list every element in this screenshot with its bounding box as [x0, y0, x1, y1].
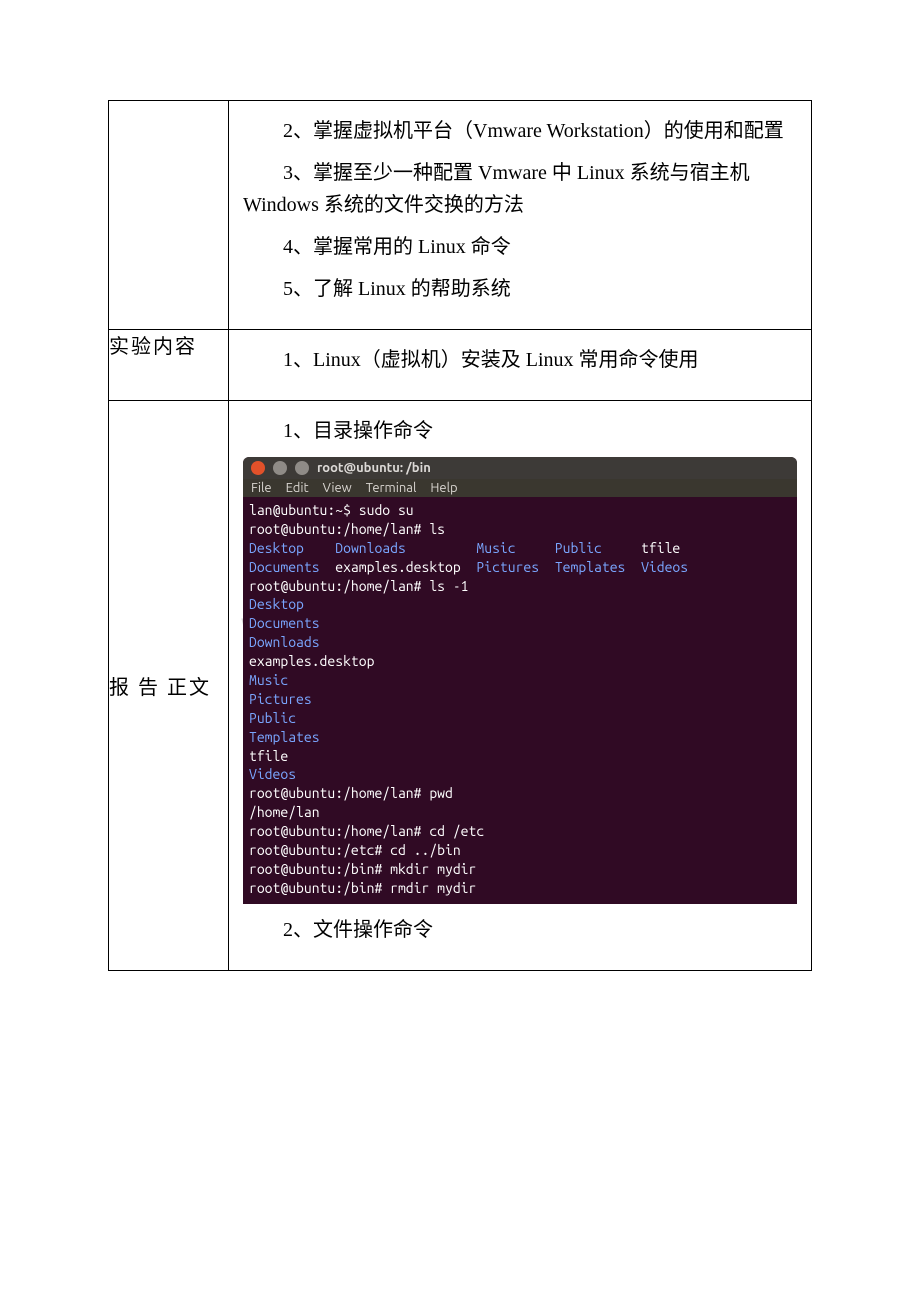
terminal-text: Videos	[249, 766, 296, 782]
report-section-2: 2、文件操作命令	[243, 914, 797, 946]
terminal-line: Desktop	[249, 595, 791, 614]
objective-5: 5、了解 Linux 的帮助系统	[243, 273, 797, 305]
terminal-text: Pictures	[249, 691, 312, 707]
terminal-text: root@ubuntu:/bin# mkdir mydir	[249, 861, 476, 877]
terminal-text: Downloads	[249, 634, 320, 650]
objective-2: 2、掌握虚拟机平台（Vmware Workstation）的使用和配置	[243, 115, 797, 147]
terminal-line: Public	[249, 709, 791, 728]
terminal-text	[320, 559, 336, 575]
terminal-text	[602, 540, 641, 556]
terminal-body: lan@ubuntu:~$ sudo su root@ubuntu:/home/l…	[243, 497, 797, 904]
terminal-line: root@ubuntu:/bin# mkdir mydir	[249, 860, 791, 879]
terminal-text: Public	[249, 710, 296, 726]
menu-edit[interactable]: Edit	[286, 481, 309, 495]
table-row: 2、掌握虚拟机平台（Vmware Workstation）的使用和配置 3、掌握…	[109, 101, 812, 330]
terminal-text	[406, 540, 477, 556]
terminal-text: root@ubuntu:/home/lan# cd /etc	[249, 823, 484, 839]
terminal-text: tfile	[249, 748, 288, 764]
terminal-line: tfile	[249, 747, 791, 766]
terminal-text: examples.desktop	[335, 559, 460, 575]
terminal-text: examples.desktop	[249, 653, 374, 669]
terminal-line: Pictures	[249, 690, 791, 709]
terminal-text: Documents	[249, 559, 320, 575]
minimize-icon[interactable]	[273, 461, 287, 475]
objective-3: 3、掌握至少一种配置 Vmware 中 Linux 系统与宿主机 Windows…	[243, 157, 797, 221]
terminal-line: root@ubuntu:/bin# rmdir mydir	[249, 879, 791, 898]
terminal-line: root@ubuntu:/home/lan# pwd	[249, 784, 791, 803]
row1-label	[109, 101, 229, 330]
terminal-line: root@ubuntu:/home/lan# ls	[249, 520, 791, 539]
terminal-line: Templates	[249, 728, 791, 747]
terminal-text	[461, 559, 477, 575]
terminal-text	[539, 559, 555, 575]
maximize-icon[interactable]	[295, 461, 309, 475]
terminal-text: root@ubuntu:/home/lan# ls -1	[249, 578, 469, 594]
row3-label: 报 告 正文	[109, 401, 229, 971]
terminal-text: lan@ubuntu:~$ sudo su	[249, 502, 414, 518]
terminal-text: Pictures	[476, 559, 539, 575]
terminal-title: root@ubuntu: /bin	[317, 461, 431, 475]
terminal-text: Desktop	[249, 540, 304, 556]
terminal-line: /home/lan	[249, 803, 791, 822]
terminal-line: root@ubuntu:/etc# cd ../bin	[249, 841, 791, 860]
row2-content: 1、Linux（虚拟机）安装及 Linux 常用命令使用	[229, 330, 811, 400]
terminal-text: root@ubuntu:/home/lan# pwd	[249, 785, 453, 801]
terminal-titlebar: root@ubuntu: /bin	[243, 457, 797, 479]
menu-help[interactable]: Help	[430, 481, 457, 495]
close-icon[interactable]	[251, 461, 265, 475]
terminal-text: root@ubuntu:/bin# rmdir mydir	[249, 880, 476, 896]
terminal-line: Music	[249, 671, 791, 690]
terminal-text: root@ubuntu:/home/lan# ls	[249, 521, 445, 537]
experiment-content-1: 1、Linux（虚拟机）安装及 Linux 常用命令使用	[243, 344, 797, 376]
terminal-text	[625, 559, 641, 575]
terminal-text: tfile	[641, 540, 680, 556]
report-section-1: 1、目录操作命令	[243, 415, 797, 447]
terminal-line: Downloads	[249, 633, 791, 652]
terminal-text: Templates	[555, 559, 626, 575]
menu-view[interactable]: View	[323, 481, 352, 495]
terminal-line: lan@ubuntu:~$ sudo su	[249, 501, 791, 520]
terminal-text: Music	[476, 540, 515, 556]
terminal-line: Desktop Downloads Music Public tfile	[249, 539, 791, 558]
terminal-line: examples.desktop	[249, 652, 791, 671]
terminal-text: root@ubuntu:/etc# cd ../bin	[249, 842, 461, 858]
table-row: 实验内容 1、Linux（虚拟机）安装及 Linux 常用命令使用	[109, 330, 812, 401]
menu-file[interactable]: File	[251, 481, 272, 495]
terminal-line: Documents examples.desktop Pictures Temp…	[249, 558, 791, 577]
terminal-text	[304, 540, 335, 556]
row3-content: 1、目录操作命令 root@ubuntu: /bin File Edit Vie…	[229, 401, 811, 970]
menu-terminal[interactable]: Terminal	[366, 481, 417, 495]
terminal-text: Videos	[641, 559, 688, 575]
terminal-line: root@ubuntu:/home/lan# cd /etc	[249, 822, 791, 841]
terminal-text	[516, 540, 555, 556]
terminal-text: Public	[555, 540, 602, 556]
terminal-line: root@ubuntu:/home/lan# ls -1	[249, 577, 791, 596]
terminal-text: Templates	[249, 729, 320, 745]
terminal-text: Desktop	[249, 596, 304, 612]
terminal-text: Downloads	[335, 540, 406, 556]
terminal-line: Documents	[249, 614, 791, 633]
document-table: 2、掌握虚拟机平台（Vmware Workstation）的使用和配置 3、掌握…	[108, 100, 812, 971]
row1-content: 2、掌握虚拟机平台（Vmware Workstation）的使用和配置 3、掌握…	[229, 101, 811, 329]
table-row: 报 告 正文 1、目录操作命令 root@ubuntu: /bin File E…	[109, 401, 812, 971]
terminal-text: Documents	[249, 615, 320, 631]
terminal-line: Videos	[249, 765, 791, 784]
terminal-window: root@ubuntu: /bin File Edit View Termina…	[243, 457, 797, 904]
row2-label: 实验内容	[109, 330, 229, 401]
objective-4: 4、掌握常用的 Linux 命令	[243, 231, 797, 263]
terminal-menubar: File Edit View Terminal Help	[243, 479, 797, 497]
terminal-text: Music	[249, 672, 288, 688]
terminal-text: /home/lan	[249, 804, 320, 820]
